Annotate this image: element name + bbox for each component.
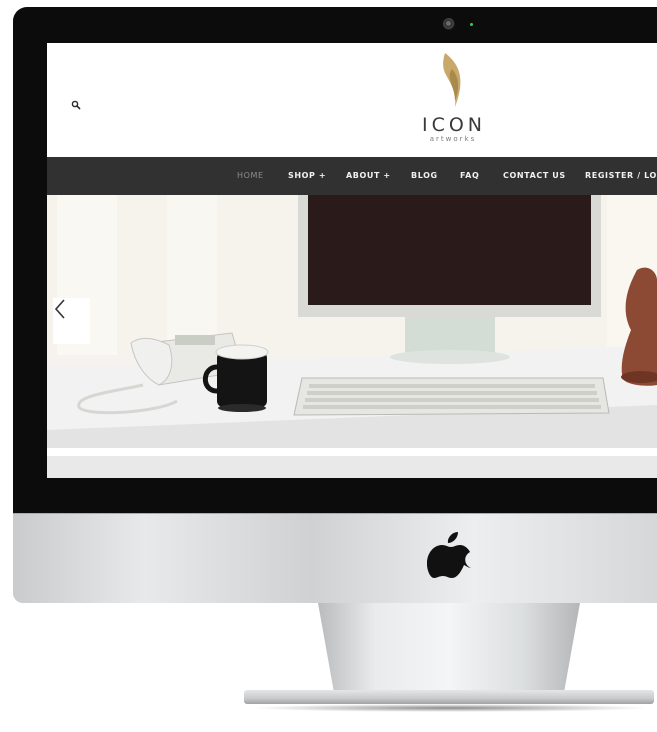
flame-logo-icon	[443, 53, 461, 107]
hero-image	[47, 195, 657, 448]
webcam-icon	[443, 18, 455, 30]
search-icon[interactable]	[71, 97, 81, 110]
content-section	[47, 456, 657, 478]
nav-item-home[interactable]: HOME	[237, 157, 264, 195]
nav-item-contact[interactable]: CONTACT US	[503, 157, 566, 195]
stand-base	[244, 690, 654, 704]
nav-item-faq[interactable]: FAQ	[460, 157, 479, 195]
chevron-left-icon	[54, 299, 65, 319]
logo-name: ICON	[421, 114, 487, 136]
monitor-stand	[318, 603, 580, 703]
logo-tagline: artworks	[429, 135, 477, 143]
nav-item-about[interactable]: ABOUT +	[346, 157, 391, 195]
apple-logo-icon	[427, 532, 471, 578]
nav-item-blog[interactable]: BLOG	[411, 157, 438, 195]
site-logo[interactable]: ICON artworks	[402, 51, 502, 151]
main-navigation: HOME SHOP + ABOUT + BLOG FAQ CONTACT US …	[47, 157, 657, 195]
camera-led	[470, 23, 473, 26]
nav-item-register-login[interactable]: REGISTER / LOGIN	[585, 157, 657, 195]
slider-prev-button[interactable]	[53, 298, 90, 344]
monitor-chin	[13, 513, 657, 603]
site-header: ICON artworks	[47, 43, 657, 157]
screen: ICON artworks HOME SHOP + ABOUT + BLOG F…	[47, 43, 657, 478]
stand-shadow	[250, 704, 650, 712]
imac-mockup: ICON artworks HOME SHOP + ABOUT + BLOG F…	[0, 0, 657, 732]
hero-spacer	[47, 448, 657, 456]
hero-slider	[47, 195, 657, 448]
nav-item-shop[interactable]: SHOP +	[288, 157, 326, 195]
